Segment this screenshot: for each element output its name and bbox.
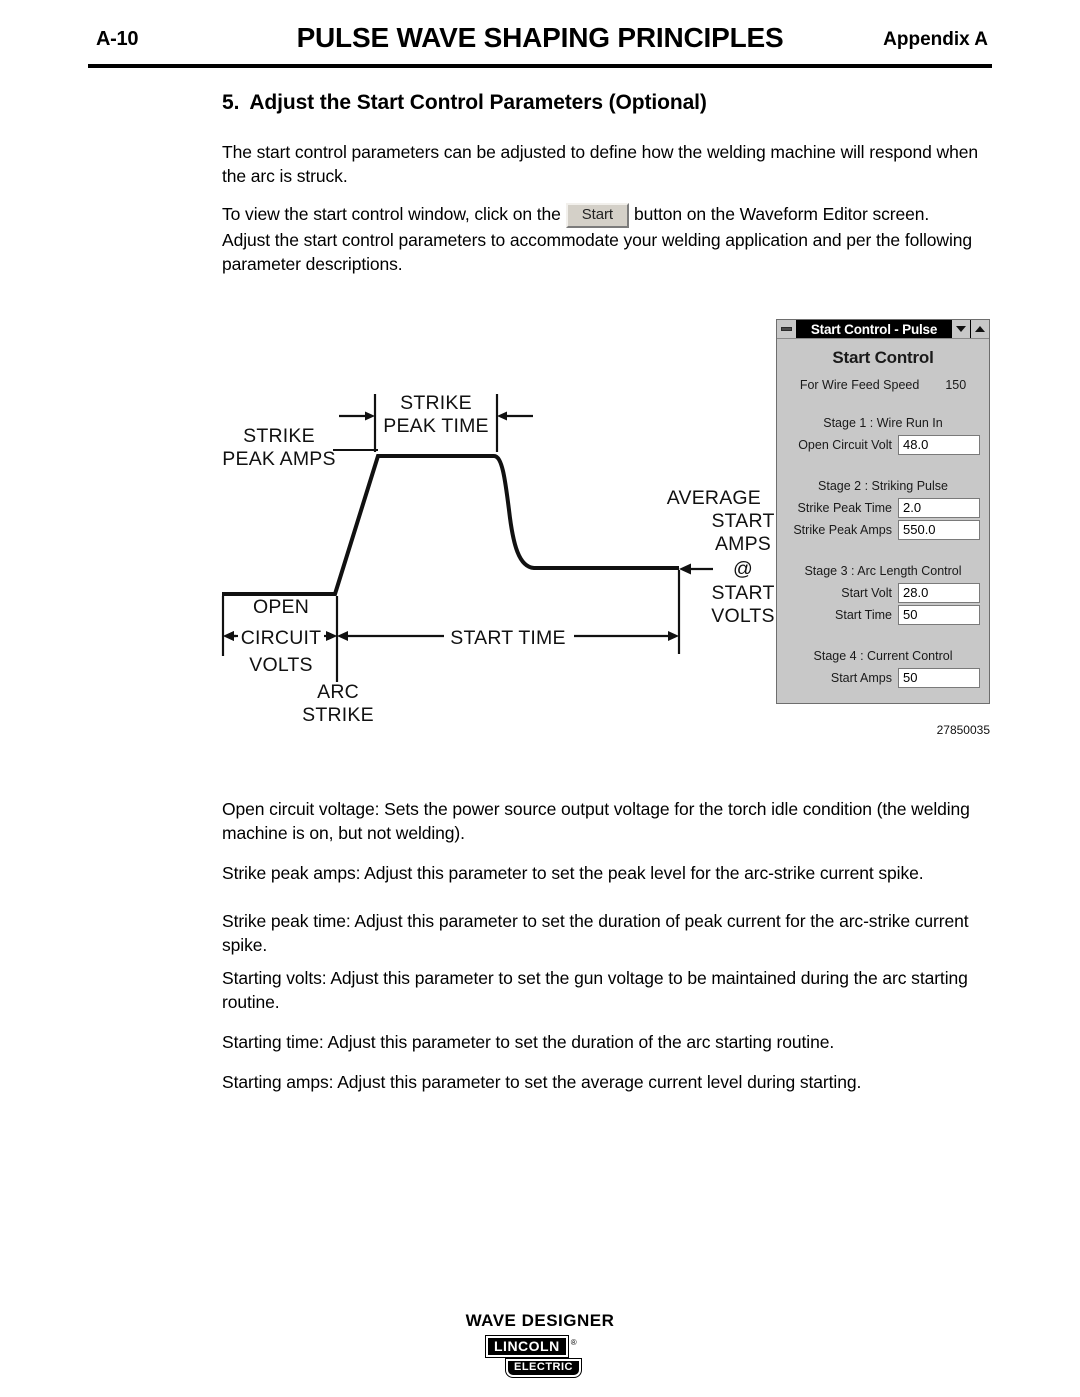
stage-1-block: Stage 1 : Wire Run In Open Circuit Volt … xyxy=(786,416,980,455)
section-number: 5. xyxy=(222,91,240,114)
dialog-titlebar[interactable]: Start Control - Pulse xyxy=(777,320,989,339)
wire-feed-speed-row: For Wire Feed Speed 150 xyxy=(786,378,980,392)
label-strike-peak-time-line1: STRIKE xyxy=(400,392,472,414)
label-strike-peak-amps-line2: PEAK AMPS xyxy=(222,448,335,470)
start-waveform-diagram: STRIKE PEAK TIME STRIKE PEAK AMPS AVERAG… xyxy=(216,382,776,722)
wire-feed-speed-label: For Wire Feed Speed xyxy=(799,378,920,392)
stage-3-title: Stage 3 : Arc Length Control xyxy=(804,564,962,578)
description-starting-amps: Starting amps: Adjust this parameter to … xyxy=(222,1072,862,1092)
label-amps: AMPS xyxy=(715,533,771,555)
field-label-start-time: Start Time xyxy=(835,608,892,622)
logo-row-lincoln: LINCOLN ® xyxy=(484,1336,596,1357)
section-heading-text: Adjust the Start Control Parameters (Opt… xyxy=(249,91,707,114)
label-average: AVERAGE xyxy=(667,487,761,509)
chevron-up-icon[interactable] xyxy=(970,320,989,338)
stage-2-block: Stage 2 : Striking Pulse Strike Peak Tim… xyxy=(786,479,980,540)
description-open-circuit-voltage: Open circuit voltage: Sets the power sou… xyxy=(222,799,970,843)
registered-trademark-icon: ® xyxy=(570,1337,577,1347)
label-start-1: START xyxy=(711,510,774,532)
header-divider xyxy=(88,64,992,68)
start-button[interactable]: Start xyxy=(565,203,629,228)
stage-3-block: Stage 3 : Arc Length Control Start Volt … xyxy=(786,564,980,625)
stage-2-title: Stage 2 : Striking Pulse xyxy=(818,479,948,493)
label-arc: ARC xyxy=(317,681,359,703)
input-start-time[interactable]: 50 xyxy=(898,605,980,625)
logo-row-electric: ELECTRIC xyxy=(484,1358,596,1377)
lincoln-electric-logo: LINCOLN ® ELECTRIC xyxy=(484,1336,596,1377)
field-strike-peak-time[interactable]: Strike Peak Time 2.0 xyxy=(786,498,980,518)
field-start-time[interactable]: Start Time 50 xyxy=(786,605,980,625)
label-strike-peak-amps-line1: STRIKE xyxy=(243,425,315,447)
chevron-down-icon[interactable] xyxy=(951,320,970,338)
stage-1-title: Stage 1 : Wire Run In xyxy=(823,416,943,430)
label-strike-bottom: STRIKE xyxy=(302,704,374,722)
description-starting-time: Starting time: Adjust this parameter to … xyxy=(222,1032,835,1052)
logo-lincoln-text: LINCOLN xyxy=(486,1336,568,1357)
label-strike-peak-time-line2: PEAK TIME xyxy=(383,415,488,437)
label-volts-oc: VOLTS xyxy=(249,654,313,676)
description-strike-peak-time: Strike peak time: Adjust this parameter … xyxy=(222,911,969,955)
logo-electric-text: ELECTRIC xyxy=(506,1359,581,1377)
section-heading: 5. Adjust the Start Control Parameters (O… xyxy=(222,91,707,115)
page-title: PULSE WAVE SHAPING PRINCIPLES xyxy=(296,22,784,53)
input-start-volt[interactable]: 28.0 xyxy=(898,583,980,603)
dialog-body: Start Control For Wire Feed Speed 150 St… xyxy=(777,339,989,703)
svg-text:START TIME: START TIME xyxy=(450,627,565,649)
description-strike-peak-amps: Strike peak amps: Adjust this parameter … xyxy=(222,863,924,883)
dialog-title: Start Control - Pulse xyxy=(797,320,951,338)
label-at: @ xyxy=(733,558,753,580)
field-start-volt[interactable]: Start Volt 28.0 xyxy=(786,583,980,603)
intro-paragraph-2: To view the start control window, click … xyxy=(222,202,978,276)
field-label-start-amps: Start Amps xyxy=(830,671,892,685)
start-control-dialog[interactable]: Start Control - Pulse Start Control For … xyxy=(776,319,990,704)
field-start-amps[interactable]: Start Amps 50 xyxy=(786,668,980,688)
stage-4-block: Stage 4 : Current Control Start Amps 50 xyxy=(786,649,980,688)
field-label-open-circuit-volt: Open Circuit Volt xyxy=(798,438,892,452)
field-label-strike-peak-amps: Strike Peak Amps xyxy=(793,523,892,537)
svg-text:CIRCUIT: CIRCUIT xyxy=(241,627,321,649)
label-open: OPEN xyxy=(253,596,309,618)
dialog-heading: Start Control xyxy=(832,348,934,367)
input-open-circuit-volt[interactable]: 48.0 xyxy=(898,435,980,455)
input-strike-peak-time[interactable]: 2.0 xyxy=(898,498,980,518)
description-starting-volts: Starting volts: Adjust this parameter to… xyxy=(222,968,968,1012)
input-start-amps[interactable]: 50 xyxy=(898,668,980,688)
appendix-label: Appendix A xyxy=(883,29,988,50)
footer-title: WAVE DESIGNER xyxy=(465,1311,615,1330)
label-start-2: START xyxy=(711,582,774,604)
field-strike-peak-amps[interactable]: Strike Peak Amps 550.0 xyxy=(786,520,980,540)
field-open-circuit-volt[interactable]: Open Circuit Volt 48.0 xyxy=(786,435,980,455)
intro-paragraph-1: The start control parameters can be adju… xyxy=(222,142,978,186)
field-label-start-volt: Start Volt xyxy=(841,586,892,600)
label-volts: VOLTS xyxy=(711,605,775,627)
figure-part-number: 27850035 xyxy=(936,723,990,737)
minimize-icon[interactable] xyxy=(777,320,797,338)
wire-feed-speed-value: 150 xyxy=(945,378,967,392)
field-label-strike-peak-time: Strike Peak Time xyxy=(797,501,892,515)
input-strike-peak-amps[interactable]: 550.0 xyxy=(898,520,980,540)
intro-paragraph-2-before: To view the start control window, click … xyxy=(222,204,561,224)
stage-4-title: Stage 4 : Current Control xyxy=(813,649,953,663)
